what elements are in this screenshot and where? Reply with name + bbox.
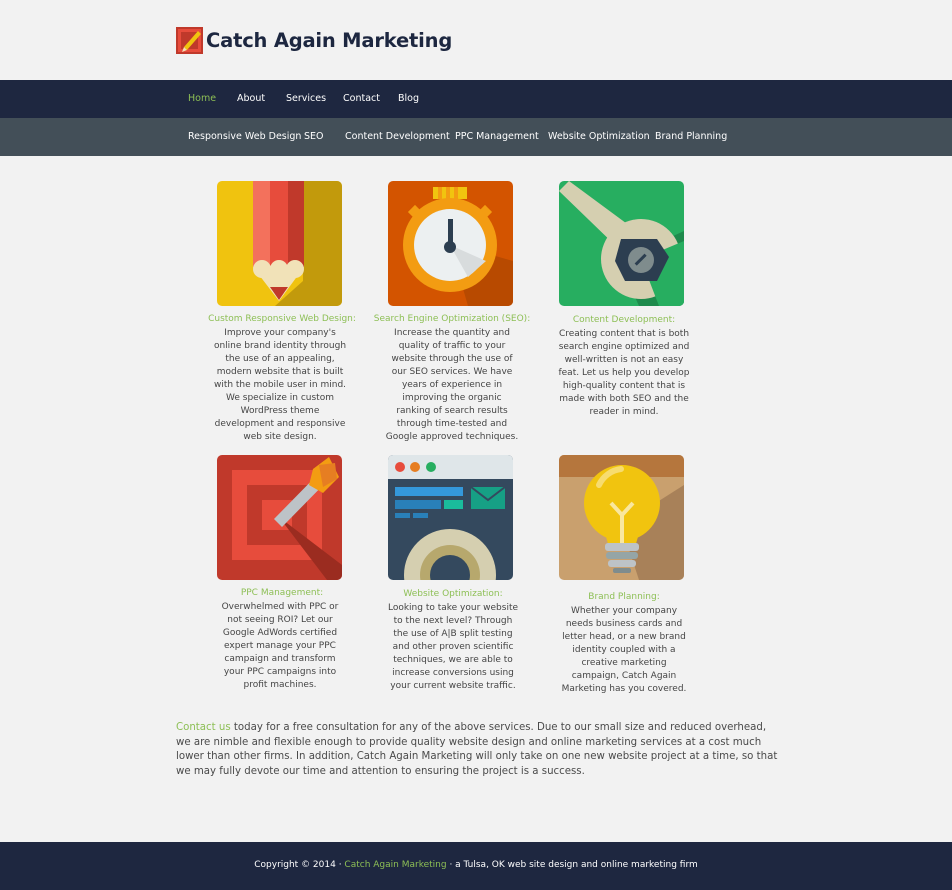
subnav-item-brand-planning[interactable]: Brand Planning [655,118,727,156]
site-header: Catch Again Marketing [0,0,952,80]
pencil-icon [217,181,342,306]
nav-item-services[interactable]: Services [286,80,326,118]
subnav-item-ppc-management[interactable]: PPC Management [455,118,539,156]
subnav-item-seo[interactable]: SEO [304,118,324,156]
service-description-brand-planning: Whether your company needs business card… [561,606,687,694]
service-title-brand-planning: Brand Planning: [588,592,660,602]
service-title-seo: Search Engine Optimization (SEO): [373,314,531,324]
service-title-ppc: PPC Management: [240,588,324,598]
service-description-ppc: Overwhelmed with PPC or not seeing ROI? … [221,602,339,690]
contact-call-to-action: Contact us today for a free consultation… [176,721,780,779]
footer-prefix: Copyright © 2014 · [254,860,345,870]
subnav-item-content-development[interactable]: Content Development [345,118,450,156]
service-description-web-design: Improve your company's online brand iden… [213,328,347,442]
service-title-web-design: Custom Responsive Web Design: [208,314,356,324]
secondary-navigation: Responsive Web Design SEO Content Develo… [0,118,952,156]
service-description-content-development: Creating content that is both search eng… [558,329,690,417]
subnav-item-website-optimization[interactable]: Website Optimization [548,118,650,156]
footer-copyright: Copyright © 2014 · Catch Again Marketing… [0,860,952,870]
footer-suffix: · a Tulsa, OK web site design and online… [446,860,698,870]
cta-text: today for a free consultation for any of… [176,722,778,777]
service-title-content-development: Content Development: [572,315,676,325]
nav-item-contact[interactable]: Contact [343,80,380,118]
contact-us-link[interactable]: Contact us [176,722,231,733]
target-icon [217,455,342,580]
service-description-website-optimization: Looking to take your website to the next… [387,603,519,691]
subnav-item-responsive-web-design[interactable]: Responsive Web Design [188,118,301,156]
site-footer: Copyright © 2014 · Catch Again Marketing… [0,842,952,890]
nav-item-blog[interactable]: Blog [398,80,419,118]
service-title-website-optimization: Website Optimization: [403,589,503,599]
footer-site-link[interactable]: Catch Again Marketing [344,860,446,870]
wrench-icon [559,181,684,306]
browser-gear-icon [388,455,513,580]
lightbulb-icon [559,455,684,580]
service-description-seo: Increase the quantity and quality of tra… [385,328,519,442]
site-title: Catch Again Marketing [206,29,453,52]
main-navigation: Home About Services Contact Blog [0,80,952,118]
site-logo[interactable]: Catch Again Marketing [176,27,452,54]
stopwatch-icon [388,181,513,306]
nav-item-about[interactable]: About [237,80,265,118]
nav-item-home[interactable]: Home [188,80,216,118]
logo-icon [176,27,203,54]
